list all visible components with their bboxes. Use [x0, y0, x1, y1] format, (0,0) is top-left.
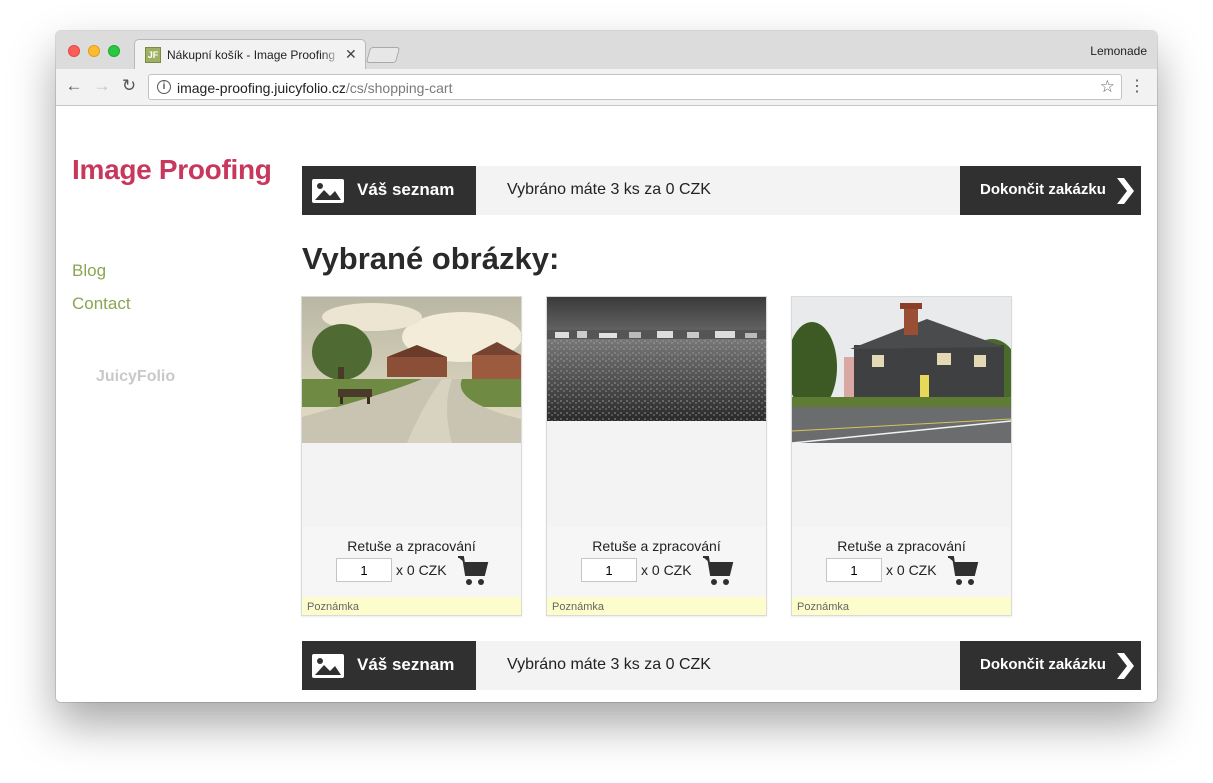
page-content: Image Proofing Blog Contact JuicyFolio V…	[56, 106, 1157, 702]
juicyfolio-brand[interactable]: JuicyFolio	[96, 368, 175, 386]
your-list-label: Váš seznam	[357, 655, 455, 674]
option-label: Retuše a zpracování	[347, 538, 476, 554]
note-field[interactable]: Poznámka	[792, 597, 1011, 615]
selected-image-card: Retuše a zpracování x 0 CZK Poznámka	[791, 296, 1012, 616]
finish-order-button[interactable]: Dokončit zakázku	[960, 166, 1141, 215]
note-label: Poznámka	[797, 601, 849, 613]
unit-price: x 0 CZK	[886, 562, 937, 578]
profile-name[interactable]: Lemonade	[1090, 44, 1147, 58]
chevron-right-icon	[1117, 178, 1134, 204]
unit-price: x 0 CZK	[396, 562, 447, 578]
your-list-button[interactable]: Váš seznam	[302, 166, 476, 215]
quantity-input[interactable]	[581, 558, 637, 582]
close-window-button[interactable]	[68, 45, 80, 57]
photo-wooden-house[interactable]	[792, 297, 1011, 443]
tab-fade	[321, 46, 341, 64]
note-field[interactable]: Poznámka	[302, 597, 521, 615]
cart-summary-bar-top: Váš seznam Vybráno máte 3 ks za 0 CZK Do…	[302, 166, 1141, 215]
url-host: image-proofing.juicyfolio.cz	[177, 80, 346, 96]
item-options: Retuše a zpracování x 0 CZK	[547, 527, 766, 597]
title-bar: JF Nákupní košík - Image Proofing ✕ Lemo…	[56, 31, 1157, 69]
address-bar[interactable]: i image-proofing.juicyfolio.cz/cs/shoppi…	[148, 74, 1122, 100]
note-label: Poznámka	[307, 601, 359, 613]
quantity-input[interactable]	[826, 558, 882, 582]
finish-order-label: Dokončit zakázku	[980, 181, 1106, 198]
finish-order-label: Dokončit zakázku	[980, 656, 1106, 673]
bookmark-star-icon[interactable]: ☆	[1100, 77, 1115, 97]
note-label: Poznámka	[552, 601, 604, 613]
site-logo[interactable]: Image Proofing	[72, 154, 272, 186]
kebab-menu-icon[interactable]: ⋮	[1129, 77, 1145, 97]
new-tab-button[interactable]	[365, 47, 401, 63]
add-to-cart-icon[interactable]	[947, 555, 979, 587]
info-icon[interactable]: i	[157, 80, 171, 94]
item-options: Retuše a zpracování x 0 CZK	[792, 527, 1011, 597]
image-icon	[312, 179, 344, 203]
browser-window: JF Nákupní košík - Image Proofing ✕ Lemo…	[56, 31, 1157, 702]
unit-price: x 0 CZK	[641, 562, 692, 578]
selected-image-card: Retuše a zpracování x 0 CZK Poznámka	[546, 296, 767, 616]
forward-arrow-icon[interactable]: →	[92, 76, 112, 96]
note-field[interactable]: Poznámka	[547, 597, 766, 615]
cart-summary-bar-bottom: Váš seznam Vybráno máte 3 ks za 0 CZK Do…	[302, 641, 1141, 690]
reload-icon[interactable]: ↻	[119, 76, 139, 96]
back-arrow-icon[interactable]: ←	[64, 76, 84, 96]
photo-field-bw[interactable]	[547, 297, 766, 421]
chevron-right-icon	[1117, 653, 1134, 679]
image-icon	[312, 654, 344, 678]
your-list-label: Váš seznam	[357, 180, 455, 199]
your-list-button[interactable]: Váš seznam	[302, 641, 476, 690]
page-title: Vybrané obrázky:	[302, 241, 560, 276]
add-to-cart-icon[interactable]	[457, 555, 489, 587]
browser-tab[interactable]: JF Nákupní košík - Image Proofing ✕	[134, 39, 366, 69]
sidebar-link-blog[interactable]: Blog	[72, 261, 106, 281]
option-label: Retuše a zpracování	[837, 538, 966, 554]
option-label: Retuše a zpracování	[592, 538, 721, 554]
url-path: /cs/shopping-cart	[345, 80, 453, 96]
item-options: Retuše a zpracování x 0 CZK	[302, 527, 521, 597]
minimize-window-button[interactable]	[88, 45, 100, 57]
quantity-input[interactable]	[336, 558, 392, 582]
photo-street-houses[interactable]	[302, 297, 521, 443]
sidebar-link-contact[interactable]: Contact	[72, 294, 131, 314]
add-to-cart-icon[interactable]	[702, 555, 734, 587]
maximize-window-button[interactable]	[108, 45, 120, 57]
favicon-icon: JF	[145, 47, 161, 63]
cart-summary-text: Vybráno máte 3 ks za 0 CZK	[507, 656, 711, 673]
selected-image-card: Retuše a zpracování x 0 CZK Poznámka	[301, 296, 522, 616]
tab-title: Nákupní košík - Image Proofing	[167, 48, 336, 62]
url-text[interactable]: image-proofing.juicyfolio.cz/cs/shopping…	[177, 80, 452, 96]
cart-summary-text: Vybráno máte 3 ks za 0 CZK	[507, 181, 711, 198]
finish-order-button[interactable]: Dokončit zakázku	[960, 641, 1141, 690]
close-tab-icon[interactable]: ✕	[345, 46, 357, 62]
browser-toolbar: ← → ↻ i image-proofing.juicyfolio.cz/cs/…	[56, 69, 1157, 106]
